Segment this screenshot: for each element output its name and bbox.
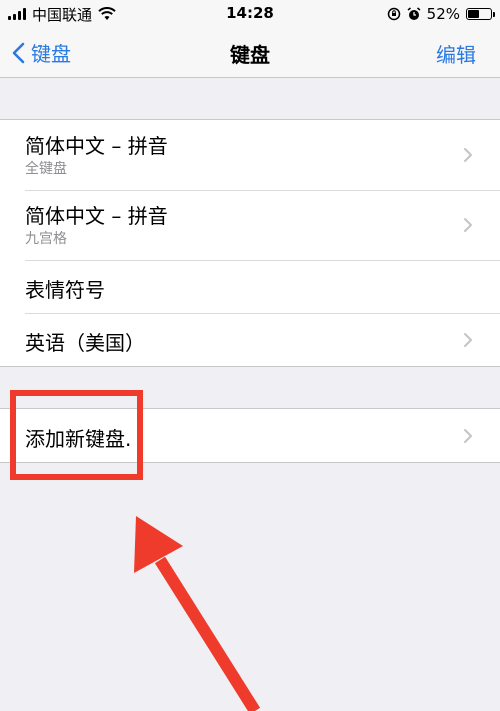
keyboard-title: 表情符号 — [25, 278, 105, 302]
navigation-bar: 键盘 键盘 编辑 — [0, 28, 500, 78]
lock-rotation-icon — [387, 7, 400, 21]
edit-button[interactable]: 编辑 — [436, 39, 476, 68]
battery-percent: 52% — [426, 5, 460, 23]
keyboard-row-pinyin-9key[interactable]: 简体中文 – 拼音 九宫格 — [0, 190, 500, 260]
page-title: 键盘 — [230, 43, 270, 67]
alarm-icon — [407, 7, 421, 20]
keyboard-title: 简体中文 – 拼音 — [25, 134, 168, 158]
battery-icon — [466, 8, 495, 20]
keyboard-subtitle: 九宫格 — [25, 231, 67, 247]
status-bar: 中国联通 14:28 52% — [0, 0, 500, 28]
highlight-box-annotation — [10, 390, 143, 480]
keyboard-title: 简体中文 – 拼音 — [25, 204, 168, 228]
chevron-right-icon — [464, 428, 472, 443]
keyboard-row-english-us[interactable]: 英语（美国） — [0, 313, 500, 366]
chevron-right-icon — [464, 332, 472, 347]
keyboard-title: 英语（美国） — [25, 331, 145, 355]
keyboard-row-emoji[interactable]: 表情符号 — [0, 260, 500, 313]
keyboard-list: 简体中文 – 拼音 全键盘 简体中文 – 拼音 九宫格 表情符号 英语（美国） — [0, 119, 500, 367]
status-right: 52% — [387, 4, 495, 24]
chevron-right-icon — [464, 218, 472, 232]
battery-fill — [468, 10, 479, 18]
keyboard-subtitle: 全键盘 — [25, 161, 67, 177]
chevron-right-icon — [464, 148, 472, 162]
keyboard-row-pinyin-full[interactable]: 简体中文 – 拼音 全键盘 — [0, 120, 500, 190]
